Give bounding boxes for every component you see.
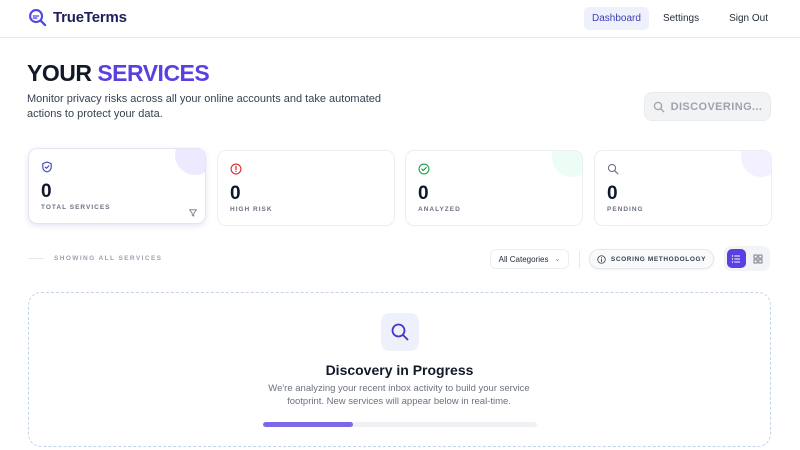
main-nav: Dashboard Settings Sign Out: [584, 7, 776, 30]
page-title: YOUR SERVICES: [27, 60, 210, 87]
chevron-down-icon: ⌄: [554, 256, 561, 263]
view-toggle: [724, 246, 770, 271]
category-select-value: All Categories: [498, 254, 549, 264]
page-subtitle: Monitor privacy risks across all your on…: [27, 93, 382, 120]
stat-label: ANALYZED: [418, 206, 461, 213]
grid-view-button[interactable]: [749, 249, 768, 268]
stat-value: 0: [607, 183, 618, 204]
search-icon: [653, 101, 665, 112]
vertical-divider: [579, 251, 580, 268]
nav-sign-out[interactable]: Sign Out: [721, 7, 776, 30]
stat-label: PENDING: [607, 206, 644, 213]
card-decoration: [552, 151, 582, 177]
progress-fill: [263, 422, 354, 427]
divider-line: [28, 258, 44, 259]
card-decoration: [175, 149, 205, 175]
category-select[interactable]: All Categories ⌄: [490, 249, 569, 269]
shield-check-icon: [42, 161, 52, 173]
stat-label: HIGH RISK: [230, 206, 273, 213]
filter-icon: [189, 209, 197, 217]
discovery-icon-tile: [381, 313, 419, 351]
discovery-panel: Discovery in Progress We're analyzing yo…: [28, 292, 771, 447]
info-icon: [597, 254, 606, 264]
stat-label: TOTAL SERVICES: [41, 204, 111, 211]
check-circle-icon: [418, 163, 430, 175]
search-icon: [391, 323, 409, 341]
card-decoration: [364, 151, 394, 177]
stat-card-analyzed[interactable]: 0 ANALYZED: [405, 150, 583, 226]
page-title-accent: SERVICES: [97, 60, 210, 86]
discovery-progress-bar: [263, 422, 537, 427]
brand-name: TrueTerms: [53, 9, 127, 26]
stat-value: 0: [41, 181, 52, 202]
scoring-methodology-button[interactable]: SCORING METHODOLOGY: [589, 249, 714, 269]
stat-card-pending[interactable]: 0 PENDING: [594, 150, 772, 226]
discovery-title: Discovery in Progress: [325, 362, 474, 378]
discover-button[interactable]: DISCOVERING...: [644, 92, 771, 121]
showing-label-row: SHOWING ALL SERVICES: [28, 255, 162, 262]
brand-search-icon: [29, 9, 47, 27]
grid-icon: [753, 254, 763, 263]
scoring-methodology-label: SCORING METHODOLOGY: [610, 255, 707, 263]
brand-logo[interactable]: TrueTerms: [28, 8, 127, 27]
list-view-button[interactable]: [727, 249, 746, 268]
list-icon: [732, 254, 741, 263]
discovery-description: We're analyzing your recent inbox activi…: [268, 383, 530, 407]
discover-button-label: DISCOVERING...: [670, 100, 763, 113]
stat-value: 0: [418, 183, 429, 204]
page-title-main: YOUR: [27, 60, 98, 86]
stat-card-high-risk[interactable]: 0 HIGH RISK: [217, 150, 395, 226]
top-bar: TrueTerms Dashboard Settings Sign Out: [0, 0, 800, 38]
nav-dashboard[interactable]: Dashboard: [584, 7, 649, 30]
card-decoration: [741, 151, 771, 177]
alert-circle-icon: [230, 163, 242, 175]
search-icon: [607, 163, 619, 175]
stat-card-total-services[interactable]: 0 TOTAL SERVICES: [28, 148, 206, 224]
stat-value: 0: [230, 183, 241, 204]
showing-label: SHOWING ALL SERVICES: [54, 255, 163, 262]
nav-settings[interactable]: Settings: [655, 7, 707, 30]
